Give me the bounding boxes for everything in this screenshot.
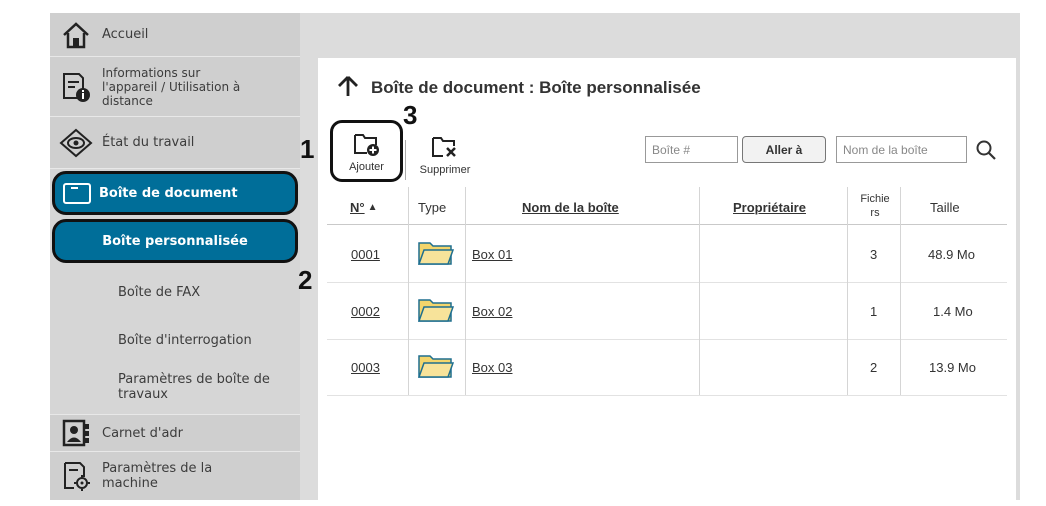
row-box-name-link[interactable]: Box 01 (472, 243, 512, 265)
sidebar-item-document-box[interactable]: Boîte de document (52, 171, 298, 215)
sidebar: Accueil Informations sur l'appareil / Ut… (50, 13, 300, 500)
header-files: Fichie rs (853, 187, 897, 224)
header-number[interactable]: N° ▲ (350, 195, 378, 219)
machine-settings-icon (50, 460, 102, 492)
sidebar-item-machine-settings[interactable]: Paramètres de la machine (50, 452, 300, 500)
sidebar-item-device-info[interactable]: Informations sur l'appareil / Utilisatio… (50, 57, 300, 117)
callout-2: 2 (298, 265, 313, 295)
row-number-link[interactable]: 0002 (351, 300, 380, 322)
add-folder-icon (352, 131, 382, 161)
row-number-link[interactable]: 0001 (351, 243, 380, 265)
row-size: 13.9 Mo (929, 359, 976, 375)
label-line: Paramètres de boîte de (118, 372, 270, 387)
row-number-link[interactable]: 0003 (351, 356, 380, 378)
sidebar-item-label: Boîte de document (99, 185, 238, 201)
header-type: Type (418, 199, 447, 215)
row-number: 0002 (351, 303, 380, 319)
row-number: 0003 (351, 359, 380, 375)
sidebar-item-label: Paramètres de la machine (102, 461, 212, 491)
column-divider (465, 187, 466, 395)
add-box-button[interactable]: Ajouter (330, 120, 403, 182)
label-line: travaux (118, 387, 169, 402)
folder-icon (417, 353, 455, 383)
sidebar-item-label: État du travail (102, 135, 195, 150)
page-title: Boîte de document : Boîte personnalisée (337, 75, 701, 101)
column-divider (900, 187, 901, 395)
delete-box-button[interactable]: Supprimer (408, 120, 482, 182)
callout-1: 1 (300, 134, 315, 164)
folder-icon (417, 240, 455, 270)
folder-icon (417, 297, 455, 327)
row-divider (327, 395, 1007, 396)
search-icon[interactable] (975, 139, 997, 165)
box-name-search-input[interactable]: Nom de la boîte (836, 136, 967, 163)
header-files-label: Fichie rs (860, 192, 889, 220)
header-owner[interactable]: Propriétaire (733, 195, 806, 219)
sort-ascending-icon: ▲ (367, 201, 378, 213)
delete-folder-icon (430, 134, 460, 164)
address-book-icon (50, 419, 102, 447)
row-number: 0001 (351, 246, 380, 262)
label-line: rs (870, 206, 880, 219)
folder-icon (55, 181, 99, 205)
header-box-name-label: Nom de la boîte (522, 199, 619, 215)
row-box-name-link[interactable]: Box 02 (472, 300, 512, 322)
add-button-label: Ajouter (349, 161, 384, 173)
column-divider (699, 187, 700, 395)
sidebar-item-job-status[interactable]: État du travail (50, 117, 300, 169)
sidebar-subitem-polling-box[interactable]: Boîte d'interrogation (50, 323, 300, 357)
column-divider (847, 187, 848, 395)
sidebar-subitem-job-box-settings[interactable]: Paramètres de boîte de travaux (50, 368, 300, 406)
sidebar-subitem-label: Boîte d'interrogation (118, 332, 252, 348)
table-header-divider (327, 224, 1007, 225)
label-line: Fichie (860, 192, 890, 205)
row-size: 1.4 Mo (933, 303, 973, 319)
home-icon (50, 21, 102, 49)
web-page: Accueil Informations sur l'appareil / Ut… (0, 0, 1046, 506)
row-box-name: Box 03 (472, 359, 513, 375)
header-owner-label: Propriétaire (733, 199, 806, 215)
label-line: machine (102, 476, 158, 491)
sidebar-subitem-label: Paramètres de boîte de travaux (50, 372, 270, 402)
label-line: Informations sur (102, 65, 201, 80)
row-size: 48.9 Mo (928, 246, 975, 262)
column-divider (408, 187, 409, 395)
go-to-button[interactable]: Aller à (742, 136, 826, 163)
delete-button-label: Supprimer (419, 164, 471, 176)
eye-icon (50, 128, 102, 158)
device-info-icon (50, 70, 102, 104)
sidebar-item-address-book[interactable]: Carnet d'adr (50, 414, 300, 452)
sidebar-subitem-label: Boîte de FAX (118, 284, 201, 300)
sidebar-subitem-label: Boîte personnalisée (102, 233, 248, 249)
row-divider (327, 282, 1007, 283)
row-files: 3 (870, 246, 878, 262)
sidebar-item-label: Informations sur l'appareil / Utilisatio… (102, 66, 240, 108)
header-box-name[interactable]: Nom de la boîte (522, 195, 619, 219)
sidebar-item-label: Carnet d'adr (102, 425, 184, 441)
sidebar-subitem-fax-box[interactable]: Boîte de FAX (50, 275, 300, 309)
toolbar-divider (405, 140, 406, 180)
sidebar-subitem-custom-box[interactable]: Boîte personnalisée (52, 219, 298, 263)
row-box-name-link[interactable]: Box 03 (472, 356, 512, 378)
header-size: Taille (930, 199, 960, 215)
row-box-name: Box 02 (472, 303, 513, 319)
label-line: l'appareil / Utilisation à (102, 79, 241, 94)
box-number-input[interactable]: Boîte # (645, 136, 738, 163)
sidebar-item-accueil[interactable]: Accueil (50, 13, 300, 57)
header-number-label: N° (350, 199, 365, 215)
label-line: Paramètres de la (102, 461, 213, 476)
row-files: 1 (870, 303, 878, 319)
sidebar-item-label: Accueil (102, 27, 149, 42)
row-divider (327, 339, 1007, 340)
page-title-text: Boîte de document : Boîte personnalisée (371, 78, 701, 97)
row-files: 2 (870, 359, 878, 375)
row-box-name: Box 01 (472, 246, 513, 262)
label-line: distance (102, 93, 153, 108)
back-arrow-icon[interactable] (337, 75, 359, 101)
